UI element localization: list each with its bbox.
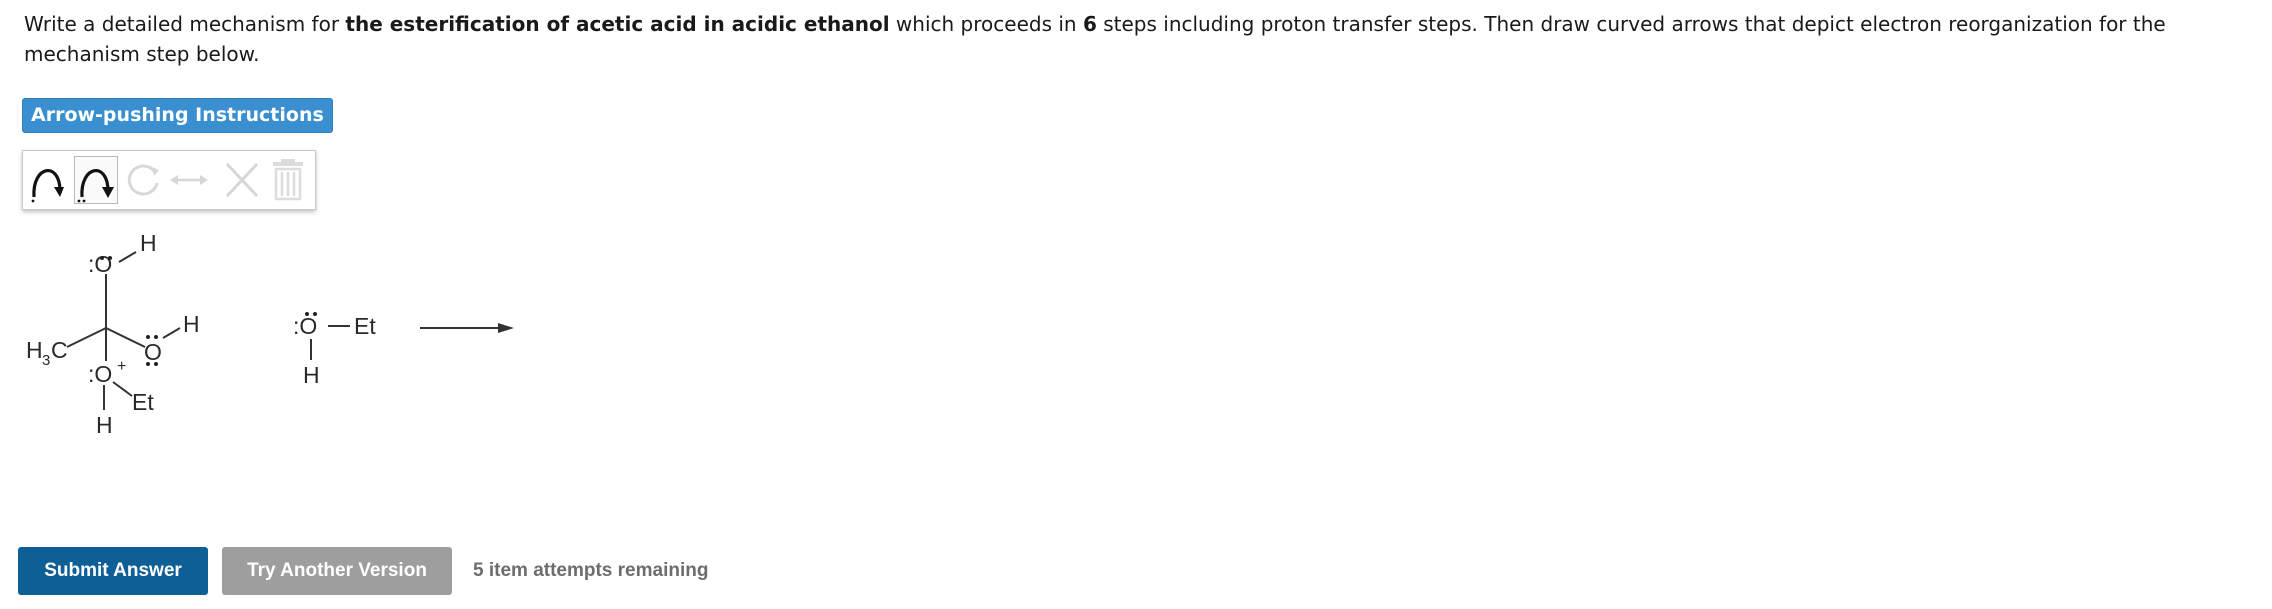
question-text-part: which proceeds in: [889, 12, 1083, 36]
question-text-part: Write a detailed mechanism for: [24, 12, 346, 36]
electron-pair-arrow-icon: [77, 169, 114, 203]
ethanol-ethyl-label: Et: [354, 313, 376, 339]
resonance-arrow-tool: [166, 157, 208, 203]
single-electron-arrow-icon: [31, 169, 64, 203]
right-oxygen-label: O: [144, 339, 162, 365]
trash-tool: [268, 157, 310, 203]
right-hydrogen-label: H: [183, 311, 200, 337]
ethanol-molecule[interactable]: :O Et H: [293, 312, 376, 388]
mechanism-step-structures[interactable]: H :O H 3 C O H :O + Et H :O Et H: [0, 220, 560, 460]
rotate-icon: [127, 164, 159, 196]
top-oxygen-label: :O: [88, 251, 112, 277]
single-electron-arrow-tool[interactable]: [27, 157, 69, 203]
methyl-h-label: H: [26, 337, 43, 363]
arrow-pushing-instructions-button[interactable]: Arrow-pushing Instructions: [22, 98, 333, 133]
submit-answer-button[interactable]: Submit Answer: [18, 547, 208, 595]
delete-icon: [225, 162, 259, 198]
tetrahedral-intermediate[interactable]: H :O H 3 C O H :O + Et H: [26, 230, 200, 438]
try-another-version-button[interactable]: Try Another Version: [222, 547, 452, 595]
attempts-remaining-text: 5 item attempts remaining: [473, 560, 709, 581]
delete-tool: [221, 157, 263, 203]
question-text: Write a detailed mechanism for the ester…: [24, 9, 2254, 69]
ethanol-hydrogen-label: H: [303, 362, 320, 388]
bottom-hydrogen-label: H: [96, 412, 113, 438]
ethyl-label: Et: [132, 389, 154, 415]
positive-charge-label: +: [117, 358, 126, 375]
top-hydrogen-label: H: [140, 230, 157, 256]
oxonium-oxygen-label: :O: [88, 361, 112, 387]
resonance-arrow-icon: [170, 175, 208, 185]
trash-icon: [273, 159, 303, 201]
arrow-toolbar: [22, 150, 316, 210]
question-bold-reaction: the esterification of acetic acid in aci…: [345, 12, 890, 36]
question-bold-steps: 6: [1082, 12, 1097, 36]
reaction-arrow: [420, 323, 514, 333]
electron-pair-arrow-tool[interactable]: [74, 156, 118, 204]
methyl-subscript: 3: [42, 352, 50, 369]
rotate-tool: [123, 157, 165, 203]
ethanol-oxygen-label: :O: [293, 313, 317, 339]
methyl-c-label: C: [51, 337, 68, 363]
